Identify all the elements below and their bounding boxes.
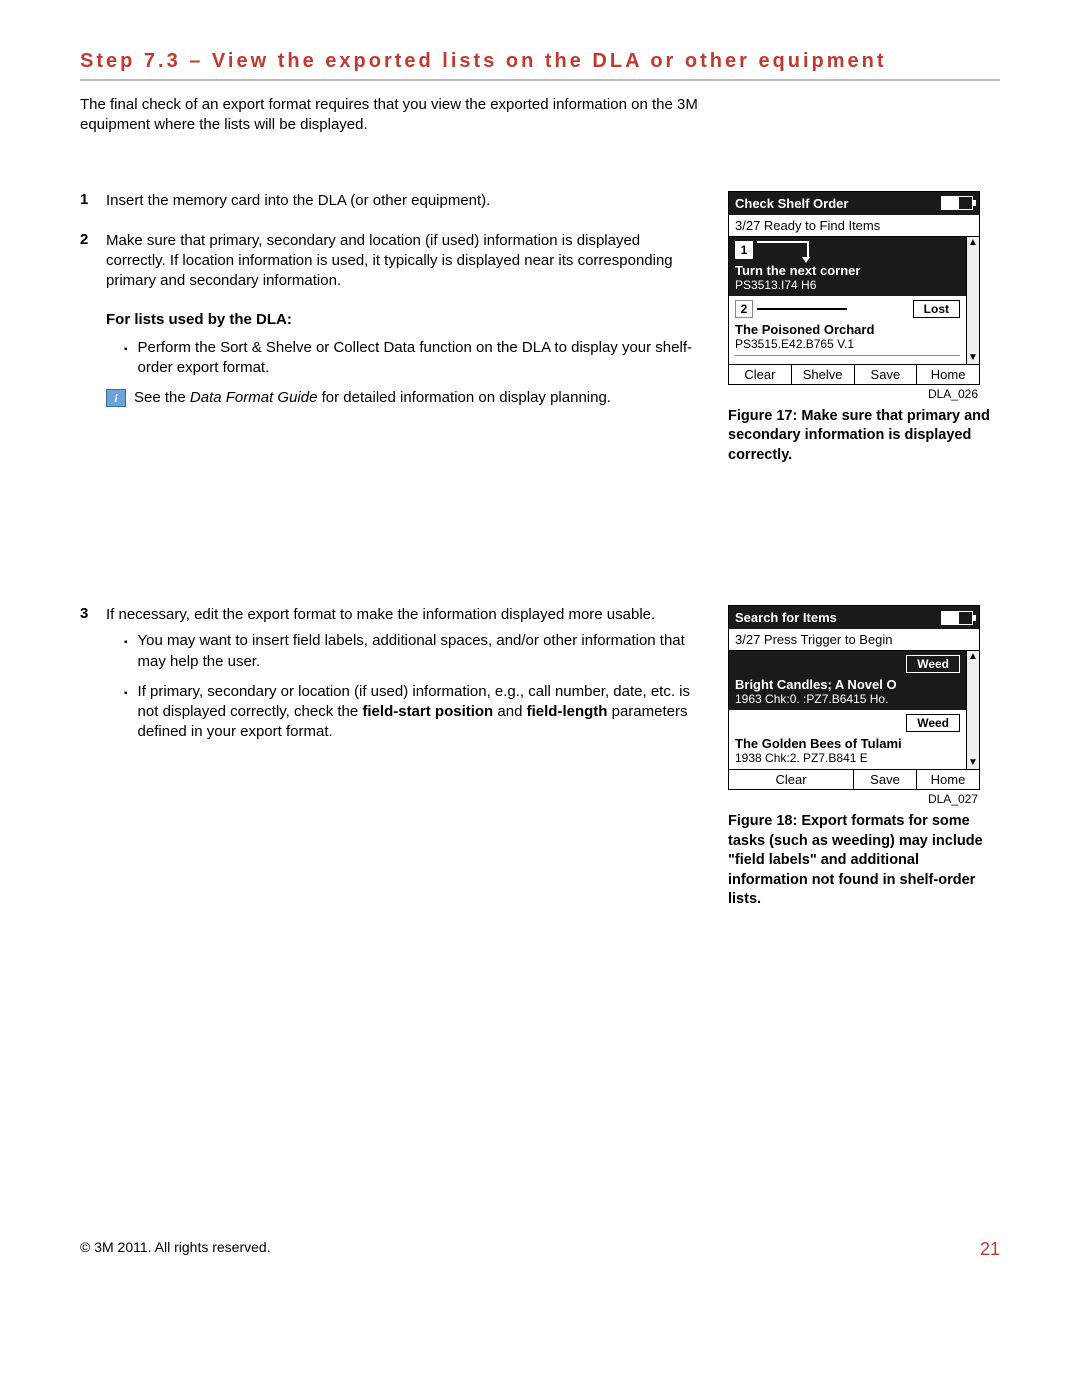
device-title: Check Shelf Order xyxy=(735,196,848,211)
sub-heading: For lists used by the DLA: xyxy=(106,310,698,330)
item-title: The Poisoned Orchard xyxy=(735,322,960,337)
device-screenshot-2: Search for Items 3/27 Press Trigger to B… xyxy=(728,605,980,790)
status-pill: Weed xyxy=(906,714,960,732)
step-text: Insert the memory card into the DLA (or … xyxy=(106,191,698,211)
scrollbar[interactable]: ▲ ▼ xyxy=(966,237,979,364)
figure-id: DLA_026 xyxy=(728,387,978,401)
info-text: See the Data Format Guide for detailed i… xyxy=(134,388,611,408)
item-title: Turn the next corner xyxy=(735,263,960,278)
clear-button[interactable]: Clear xyxy=(729,770,854,789)
item-subtitle: PS3513.I74 H6 xyxy=(735,278,960,292)
save-button[interactable]: Save xyxy=(854,770,917,789)
section-title: Step 7.3 – View the exported lists on th… xyxy=(80,50,1000,81)
item-subtitle: 1938 Chk:2. PZ7.B841 E xyxy=(735,751,960,765)
item-subtitle: PS3515.E42.B765 V.1 xyxy=(735,337,960,351)
arrow-icon xyxy=(757,241,809,257)
device-screenshot-1: Check Shelf Order 3/27 Ready to Find Ite… xyxy=(728,191,980,385)
step-text: Make sure that primary, secondary and lo… xyxy=(106,231,698,292)
step-number: 1 xyxy=(80,191,106,211)
save-button[interactable]: Save xyxy=(855,365,918,384)
battery-icon xyxy=(941,611,973,625)
shelve-button[interactable]: Shelve xyxy=(792,365,855,384)
item-subtitle: 1963 Chk:0. :PZ7.B6415 Ho. xyxy=(735,692,960,706)
item-title: Bright Candles; A Novel O xyxy=(735,677,960,692)
info-suffix: for detailed information on display plan… xyxy=(317,389,611,406)
scroll-up-icon[interactable]: ▲ xyxy=(967,237,979,249)
item-number-box: 1 xyxy=(735,241,753,259)
status-pill: Weed xyxy=(906,655,960,673)
step-number: 3 xyxy=(80,605,106,753)
scrollbar[interactable]: ▲ ▼ xyxy=(966,651,979,769)
bullet-text: Perform the Sort & Shelve or Collect Dat… xyxy=(138,338,698,379)
info-italic: Data Format Guide xyxy=(190,389,318,406)
bullet-text: You may want to insert field labels, add… xyxy=(138,631,698,672)
figure-caption: Figure 17: Make sure that primary and se… xyxy=(728,407,1000,466)
page-number: 21 xyxy=(980,1239,1000,1260)
status-pill: Lost xyxy=(913,300,960,318)
item-number-box: 2 xyxy=(735,300,753,318)
home-button[interactable]: Home xyxy=(917,770,979,789)
clear-button[interactable]: Clear xyxy=(729,365,792,384)
device-status: 3/27 Press Trigger to Begin xyxy=(729,629,979,651)
figure-id: DLA_027 xyxy=(728,792,978,806)
scroll-down-icon[interactable]: ▼ xyxy=(967,757,979,769)
scroll-up-icon[interactable]: ▲ xyxy=(967,651,979,663)
item-title: The Golden Bees of Tulami xyxy=(735,736,960,751)
copyright-text: © 3M 2011. All rights reserved. xyxy=(80,1239,271,1260)
scroll-down-icon[interactable]: ▼ xyxy=(967,352,979,364)
bullet-text: If primary, secondary or location (if us… xyxy=(138,682,698,743)
intro-text: The final check of an export format requ… xyxy=(80,95,720,136)
device-status: 3/27 Ready to Find Items xyxy=(729,215,979,237)
step-number: 2 xyxy=(80,231,106,419)
info-icon: i xyxy=(106,389,126,407)
step-text: If necessary, edit the export format to … xyxy=(106,605,698,625)
device-title: Search for Items xyxy=(735,610,837,625)
battery-icon xyxy=(941,196,973,210)
home-button[interactable]: Home xyxy=(917,365,979,384)
figure-caption: Figure 18: Export formats for some tasks… xyxy=(728,812,1000,910)
info-prefix: See the xyxy=(134,389,190,406)
